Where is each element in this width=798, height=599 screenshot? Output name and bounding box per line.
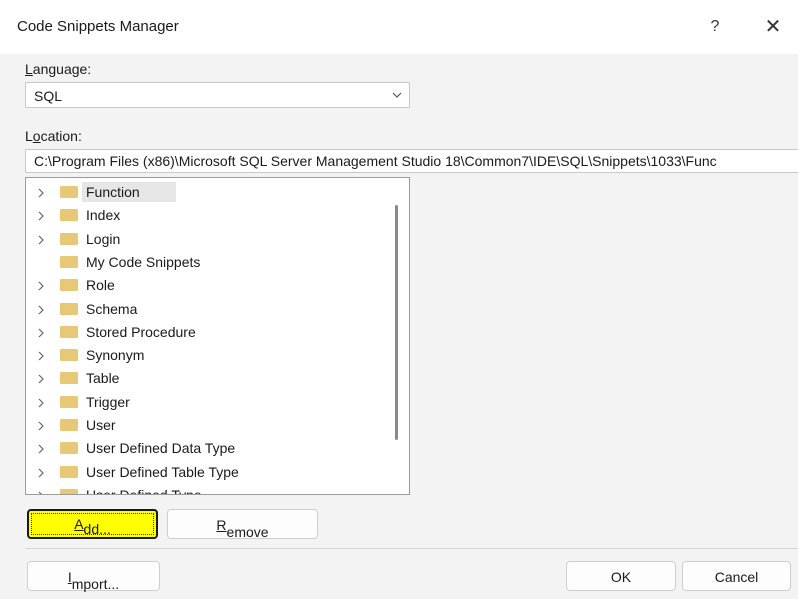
folder-icon	[60, 279, 78, 292]
snippet-folder-tree[interactable]: Function Index Login My Code Snippets Role Sc…	[25, 177, 410, 495]
chevron-down-icon	[392, 92, 402, 98]
divider	[25, 548, 798, 549]
tree-item[interactable]: Trigger	[26, 391, 396, 413]
folder-icon	[60, 465, 78, 478]
remove-button[interactable]: Remove	[167, 509, 318, 540]
tree-item-label: Login	[86, 230, 121, 247]
chevron-right-icon[interactable]	[36, 304, 46, 316]
add-button[interactable]: Add...	[27, 509, 158, 539]
tree-item[interactable]: Synonym	[26, 344, 396, 366]
location-path: C:\Program Files (x86)\Microsoft SQL Ser…	[34, 153, 717, 169]
folder-icon	[60, 488, 78, 494]
tree-item[interactable]: Table	[26, 367, 396, 389]
tree-item-label: User Defined Type	[86, 486, 202, 495]
language-label: Language:	[25, 61, 92, 77]
chevron-right-icon[interactable]	[36, 187, 46, 199]
tree-item-label: User Defined Table Type	[86, 463, 239, 480]
tree-item-label: Function	[86, 184, 140, 200]
folder-icon	[60, 255, 78, 268]
chevron-right-icon[interactable]	[36, 397, 46, 409]
chevron-right-icon[interactable]	[36, 280, 46, 292]
tree-item-label: Trigger	[86, 393, 130, 410]
folder-icon	[60, 232, 78, 245]
tree-item[interactable]: Stored Procedure	[26, 321, 396, 343]
tree-item[interactable]: Schema	[26, 298, 396, 320]
tree-item[interactable]: User	[26, 414, 396, 436]
tree-item-label: Role	[86, 277, 115, 294]
chevron-right-icon[interactable]	[36, 467, 46, 479]
chevron-right-icon[interactable]	[36, 210, 46, 222]
tree-item-label: Schema	[86, 300, 138, 317]
folder-icon	[60, 395, 78, 408]
tree-item[interactable]: Function	[26, 181, 396, 203]
folder-icon	[60, 372, 78, 385]
folder-icon	[60, 325, 78, 338]
tree-item[interactable]: User Defined Data Type	[26, 437, 396, 459]
tree-item[interactable]: User Defined Type	[26, 484, 396, 495]
dialog-title: Code Snippets Manager	[17, 18, 179, 35]
tree-item-label: Stored Procedure	[86, 323, 196, 340]
tree-scrollbar[interactable]	[395, 205, 398, 440]
tree-item-label: User	[86, 417, 116, 433]
chevron-right-icon[interactable]	[36, 234, 46, 246]
folder-icon	[60, 419, 78, 431]
chevron-right-icon[interactable]	[36, 350, 46, 362]
folder-icon	[60, 442, 78, 455]
chevron-right-icon[interactable]	[36, 443, 46, 455]
tree-item-label: Synonym	[86, 347, 145, 364]
import-button[interactable]: Import...	[27, 561, 160, 592]
cancel-button[interactable]: Cancel	[682, 561, 791, 591]
tree-item[interactable]: User Defined Table Type	[26, 461, 396, 483]
tree-item-label: Index	[86, 207, 121, 224]
folder-icon	[60, 186, 78, 198]
tree-item-label: My Code Snippets	[86, 253, 201, 270]
tree-item-label: Table	[86, 370, 120, 387]
folder-icon	[60, 209, 78, 222]
location-field[interactable]: C:\Program Files (x86)\Microsoft SQL Ser…	[25, 149, 798, 173]
folder-icon	[60, 349, 78, 362]
location-label: Location:	[25, 128, 82, 144]
tree-item-label: User Defined Data Type	[86, 440, 236, 457]
close-button[interactable]: ✕	[756, 12, 790, 42]
tree-item[interactable]: Role	[26, 274, 396, 296]
chevron-right-icon[interactable]	[36, 327, 46, 339]
language-dropdown[interactable]: SQL	[25, 82, 410, 108]
tree-item[interactable]: Index	[26, 204, 396, 226]
ok-button[interactable]: OK	[566, 561, 676, 591]
chevron-right-icon[interactable]	[36, 490, 46, 495]
chevron-right-icon[interactable]	[36, 420, 46, 432]
folder-icon	[60, 302, 78, 315]
language-value: SQL	[34, 88, 63, 104]
tree-item[interactable]: Login	[26, 228, 396, 250]
help-button[interactable]: ?	[700, 12, 730, 42]
tree-item[interactable]: My Code Snippets	[26, 251, 396, 273]
chevron-right-icon[interactable]	[36, 373, 46, 385]
